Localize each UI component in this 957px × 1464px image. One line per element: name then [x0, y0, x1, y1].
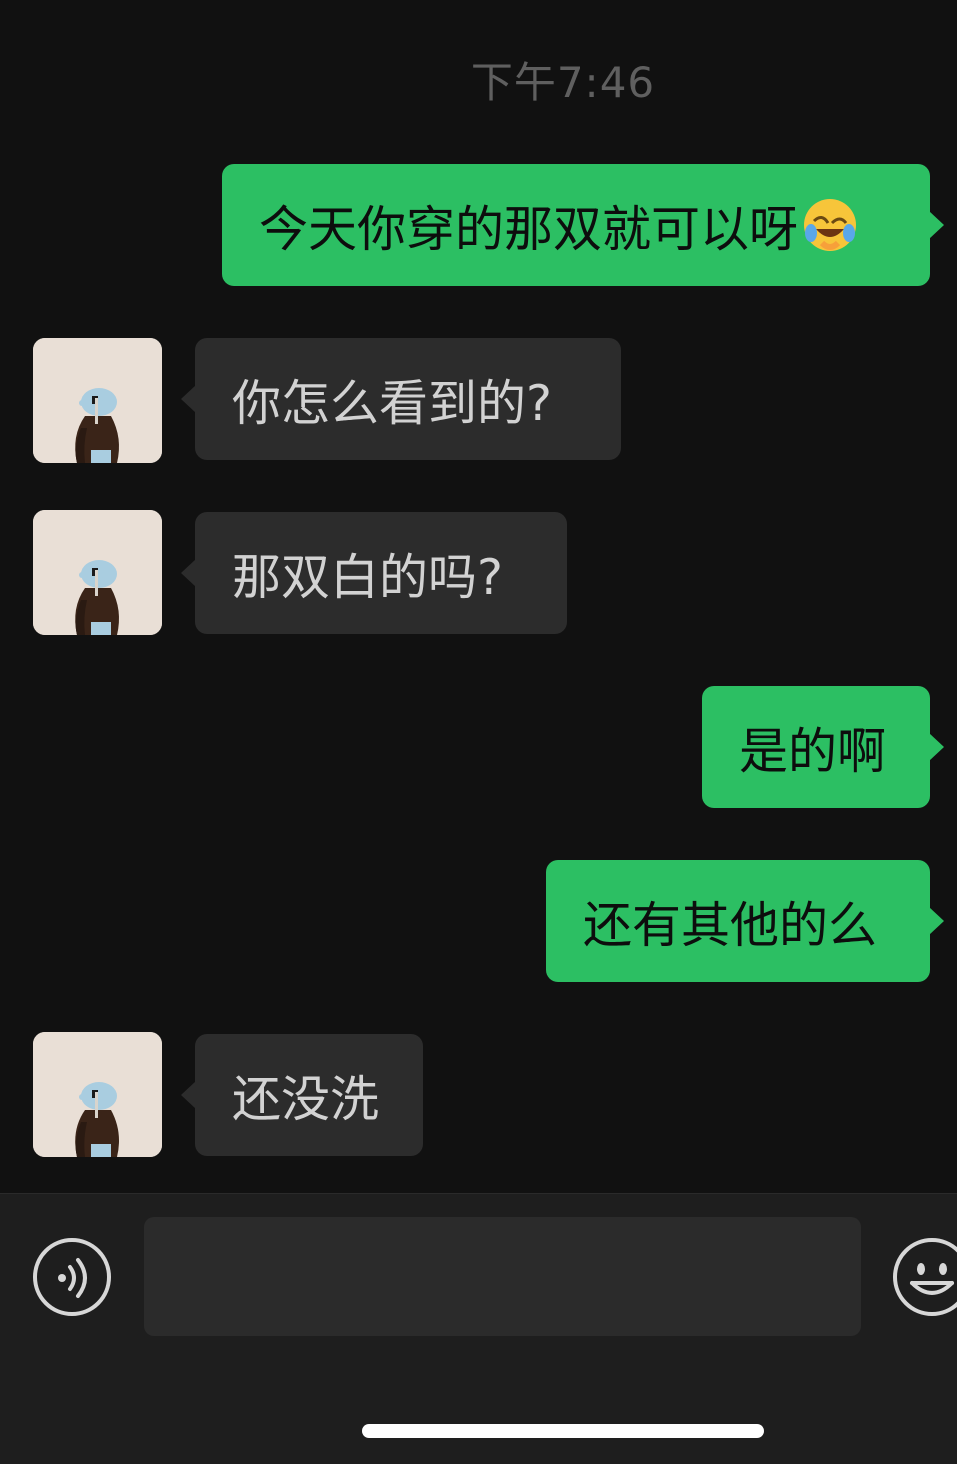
- message-text: 那双白的吗?: [232, 548, 504, 606]
- home-indicator[interactable]: [362, 1424, 764, 1438]
- message-text: 你怎么看到的?: [232, 374, 553, 432]
- emoji-smiley-icon[interactable]: [892, 1237, 957, 1317]
- message-bubble-received[interactable]: 那双白的吗?: [181, 512, 567, 634]
- message-bubble-sent[interactable]: 今天你穿的那双就可以呀: [222, 164, 944, 286]
- face-with-tears-of-joy-emoji-icon: [802, 197, 858, 253]
- message-bubble-sent[interactable]: 还有其他的么: [546, 860, 944, 982]
- contact-avatar[interactable]: [33, 1032, 162, 1157]
- message-text: 还有其他的么: [583, 896, 878, 954]
- message-text: 还没洗: [232, 1070, 380, 1128]
- message-input[interactable]: [144, 1217, 861, 1336]
- message-text: 今天你穿的那双就可以呀: [259, 200, 799, 258]
- chat-timestamp: 下午7:46: [470, 58, 656, 107]
- message-text: 是的啊: [739, 722, 887, 780]
- message-bubble-received[interactable]: 你怎么看到的?: [181, 338, 621, 460]
- voice-input-icon[interactable]: [32, 1237, 112, 1317]
- message-bubble-sent[interactable]: 是的啊: [702, 686, 944, 808]
- message-bubble-received[interactable]: 还没洗: [181, 1034, 423, 1156]
- contact-avatar[interactable]: [33, 510, 162, 635]
- contact-avatar[interactable]: [33, 338, 162, 463]
